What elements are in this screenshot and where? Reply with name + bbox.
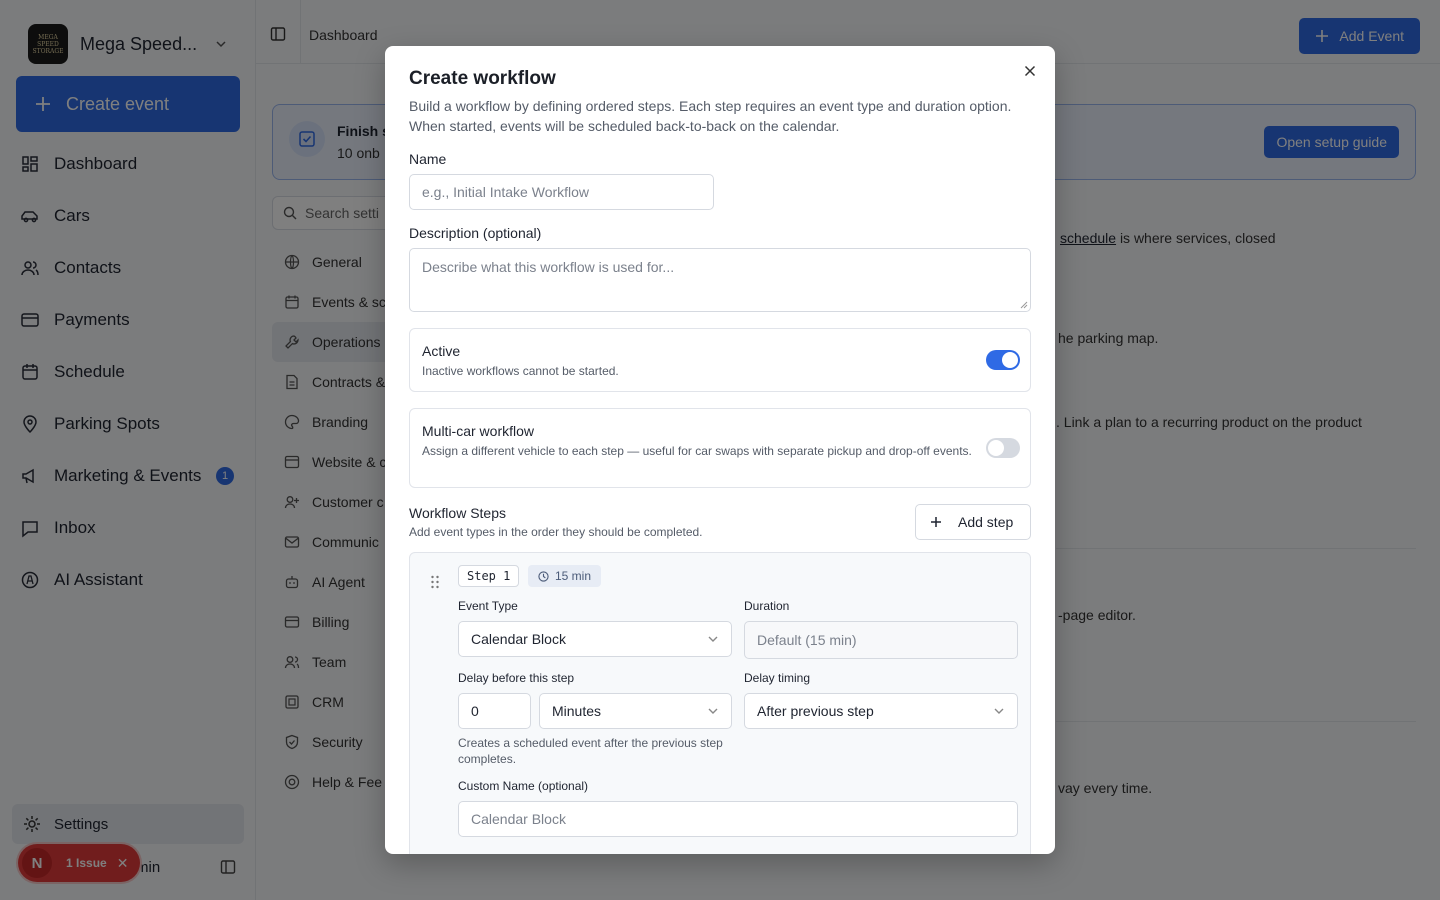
plus-icon [931, 517, 941, 527]
drag-handle-icon[interactable] [430, 575, 440, 589]
close-icon[interactable] [1024, 65, 1036, 77]
multi-car-setting-card: Multi-car workflow Assign a different ve… [409, 408, 1031, 488]
description-label: Description (optional) [409, 225, 542, 241]
delay-unit-select[interactable]: Minutes [539, 693, 732, 729]
delay-help-text: Creates a scheduled event after the prev… [458, 736, 723, 766]
chevron-down-icon [708, 636, 718, 642]
duration-value: Default (15 min) [757, 632, 857, 648]
dialog-title: Create workflow [409, 68, 556, 89]
add-step-button[interactable]: Add step [915, 504, 1031, 540]
toggle-knob [988, 440, 1004, 456]
duration-select[interactable]: Default (15 min) [744, 621, 1018, 659]
name-input[interactable]: e.g., Initial Intake Workflow [409, 174, 714, 210]
delay-amount-input[interactable]: 0 [458, 693, 531, 729]
toggle-knob [1002, 352, 1018, 368]
custom-name-input[interactable]: Calendar Block [458, 801, 1018, 837]
resize-handle-icon[interactable] [1020, 301, 1028, 309]
active-subtitle: Inactive workflows cannot be started. [422, 364, 619, 378]
event-type-select[interactable]: Calendar Block [458, 621, 732, 657]
workflow-steps-subtitle: Add event types in the order they should… [409, 525, 703, 539]
clock-icon [538, 570, 549, 582]
multi-car-subtitle: Assign a different vehicle to each step … [422, 444, 972, 458]
dialog-description: Build a workflow by defining ordered ste… [409, 98, 1012, 134]
name-label: Name [409, 151, 447, 167]
description-textarea[interactable]: Describe what this workflow is used for.… [409, 248, 1031, 312]
step-number-badge: Step 1 [458, 565, 520, 587]
name-placeholder: e.g., Initial Intake Workflow [422, 184, 590, 200]
active-title: Active [422, 343, 461, 359]
event-type-value: Calendar Block [471, 631, 566, 647]
delay-label: Delay before this step [458, 671, 575, 685]
delay-timing-select[interactable]: After previous step [744, 693, 1018, 729]
chevron-down-icon [994, 708, 1004, 714]
active-toggle[interactable] [986, 350, 1020, 370]
multi-car-title: Multi-car workflow [422, 423, 535, 439]
custom-name-placeholder: Calendar Block [471, 811, 566, 827]
duration-badge-label: 15 min [555, 569, 592, 583]
duration-badge: 15 min [528, 565, 602, 587]
delay-amount-value: 0 [471, 703, 479, 719]
active-setting-card: Active Inactive workflows cannot be star… [409, 328, 1031, 392]
delay-unit-value: Minutes [552, 703, 602, 719]
multi-car-toggle[interactable] [986, 438, 1020, 458]
delay-timing-label: Delay timing [744, 671, 811, 685]
create-workflow-dialog: Create workflow Build a workflow by defi… [385, 46, 1055, 854]
duration-label: Duration [744, 599, 790, 613]
delay-timing-value: After previous step [757, 703, 874, 719]
workflow-steps-title: Workflow Steps [409, 505, 506, 521]
description-placeholder: Describe what this workflow is used for.… [422, 259, 675, 275]
workflow-step-card: Step 1 15 min Event Type Calendar Block … [409, 552, 1031, 854]
chevron-down-icon [708, 708, 718, 714]
event-type-label: Event Type [458, 599, 518, 613]
custom-name-label: Custom Name (optional) [458, 779, 589, 793]
add-step-label: Add step [958, 514, 1014, 530]
